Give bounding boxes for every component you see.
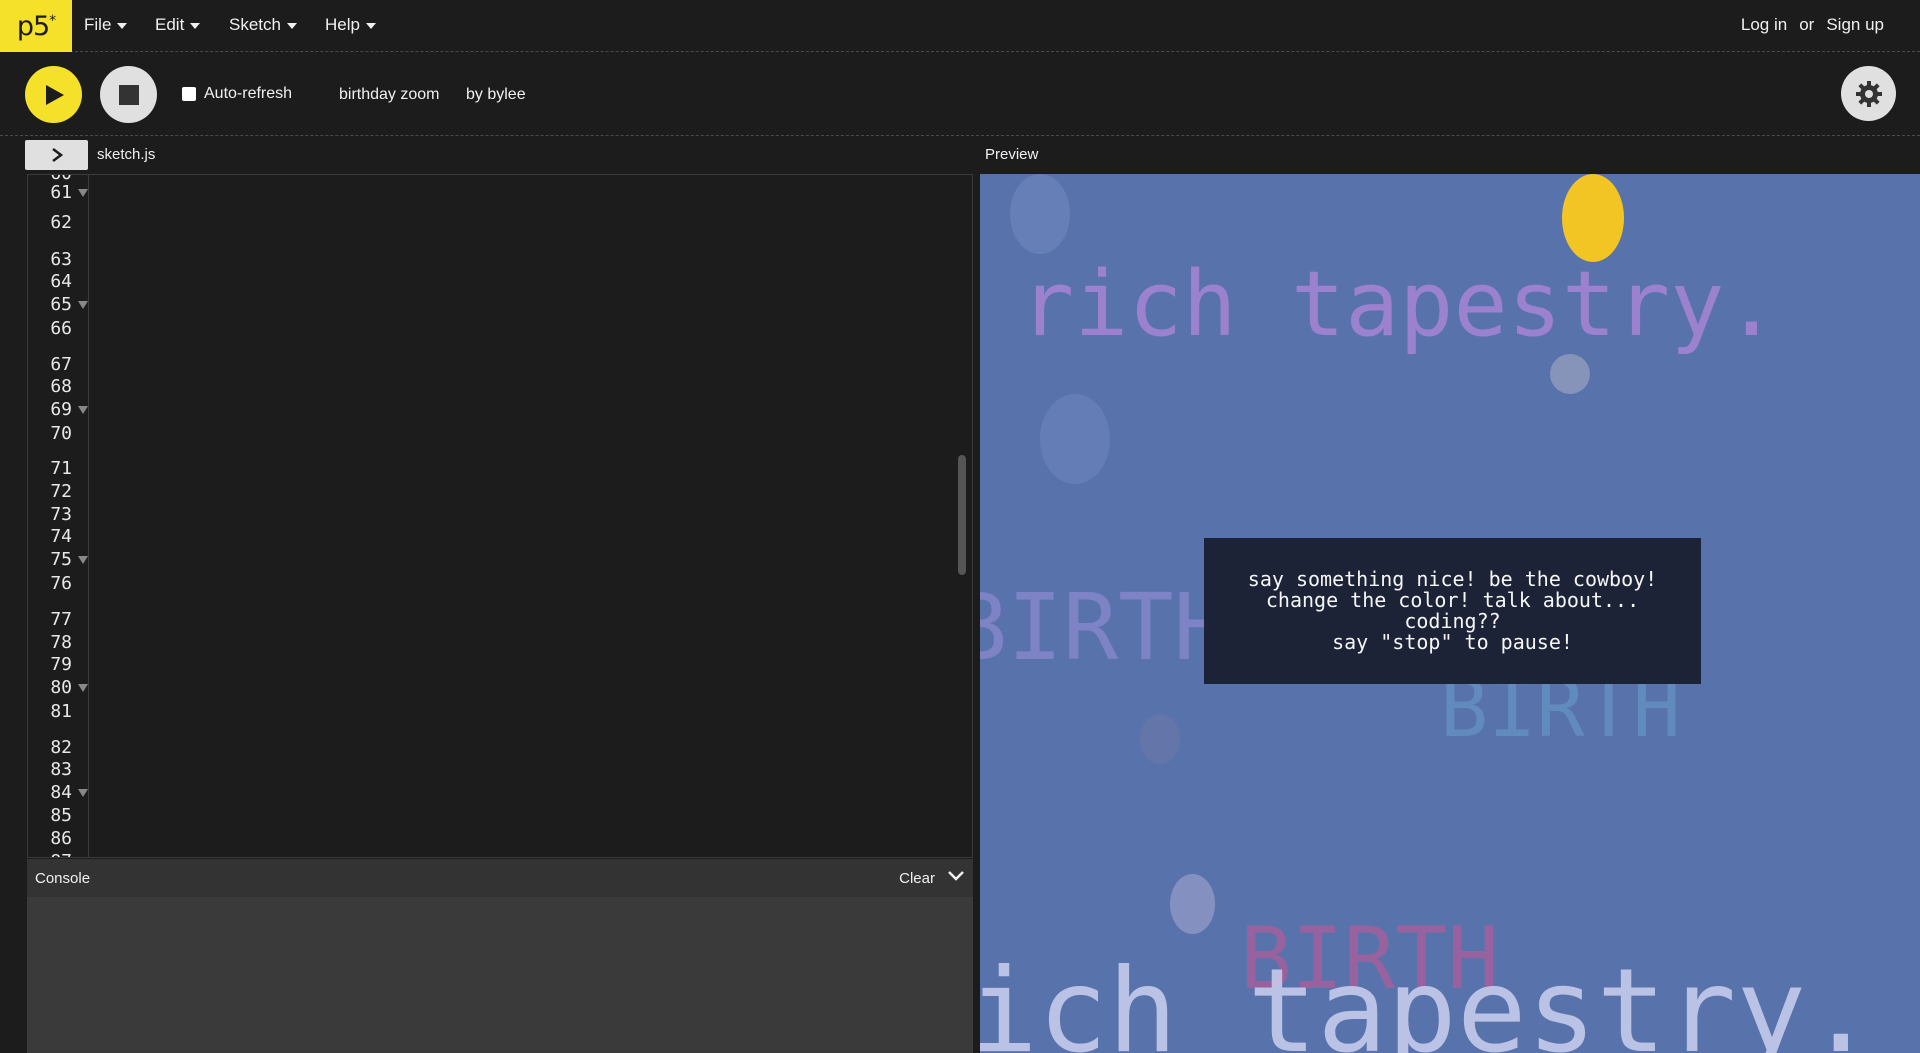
instruction-line: coding?? — [1404, 609, 1501, 633]
fold-icon[interactable] — [78, 556, 88, 564]
fold-icon[interactable] — [78, 684, 88, 692]
editor-scrollbar[interactable] — [958, 455, 966, 575]
gear-icon — [1855, 80, 1882, 107]
line-number: 76 — [50, 573, 72, 594]
fold-icon[interactable] — [78, 406, 88, 414]
chevron-down-icon — [190, 23, 201, 29]
toolbar: Auto-refresh birthday zoom by bylee — [0, 52, 1920, 136]
stop-button[interactable] — [100, 66, 157, 123]
line-number: 65 — [50, 294, 72, 315]
line-number: 69 — [50, 399, 72, 420]
instruction-line: say something nice! be the cowboy! — [1247, 567, 1658, 591]
ear-emoji — [1010, 174, 1070, 254]
chevron-down-icon — [286, 23, 297, 29]
line-number: 64 — [50, 271, 72, 292]
settings-button[interactable] — [1841, 66, 1896, 121]
editor-header: sketch.js — [0, 137, 980, 173]
line-number: 86 — [50, 828, 72, 849]
stop-icon — [118, 84, 139, 105]
console-clear-button[interactable]: Clear — [899, 870, 935, 887]
signup-link[interactable]: Sign up — [1826, 15, 1884, 35]
line-number: 62 — [50, 212, 72, 233]
chevron-down-icon — [117, 23, 128, 29]
login-link[interactable]: Log in — [1741, 15, 1787, 35]
top-nav: p5* File Edit Sketch Help Log in or Sign… — [0, 0, 1920, 52]
chevron-down-icon — [365, 23, 376, 29]
play-icon — [45, 84, 64, 105]
console-header: Console Clear — [27, 859, 973, 897]
line-number: 85 — [50, 805, 72, 826]
fold-icon[interactable] — [78, 789, 88, 797]
ear-emoji — [1040, 394, 1110, 484]
console-collapse-button[interactable] — [947, 867, 965, 890]
line-number: 77 — [50, 609, 72, 630]
line-number: 70 — [50, 423, 72, 444]
sketch-preview-canvas[interactable]: rich tapestry. BIRTH BIRTH BIRTH ich tap… — [980, 174, 1920, 1053]
line-number: 84 — [50, 782, 72, 803]
console-output[interactable] — [27, 897, 973, 1053]
menu-sketch[interactable]: Sketch — [229, 15, 297, 35]
sidebar-toggle-button[interactable] — [25, 140, 88, 170]
fold-icon[interactable] — [78, 301, 88, 309]
line-number: 78 — [50, 632, 72, 653]
line-number: 87 — [28, 851, 72, 857]
line-number: 75 — [50, 549, 72, 570]
line-number: 63 — [50, 249, 72, 270]
bg-text: BIRTH — [980, 574, 1229, 681]
line-number: 74 — [50, 526, 72, 547]
console-label: Console — [35, 870, 91, 887]
line-number: 73 — [50, 504, 72, 525]
line-number: 61 — [50, 182, 72, 203]
play-button[interactable] — [25, 66, 82, 123]
p5-logo[interactable]: p5* — [0, 0, 72, 52]
line-number: 72 — [50, 481, 72, 502]
line-number: 82 — [50, 737, 72, 758]
rat-emoji — [1140, 714, 1180, 764]
line-number: 79 — [50, 654, 72, 675]
bg-text: ich tapestry. — [980, 944, 1876, 1053]
line-number: 66 — [50, 318, 72, 339]
preview-label: Preview — [985, 146, 1039, 163]
chevron-right-icon — [51, 148, 63, 162]
line-number: 67 — [50, 354, 72, 375]
menu-edit[interactable]: Edit — [155, 15, 201, 35]
auth-links: Log in or Sign up — [1741, 15, 1884, 35]
menu-file[interactable]: File — [84, 15, 128, 35]
instructions-overlay: say something nice! be the cowboy! chang… — [1204, 538, 1701, 684]
instruction-line: say "stop" to pause! — [1332, 630, 1573, 654]
clap-emoji — [1550, 354, 1590, 394]
line-number: 68 — [50, 376, 72, 397]
auto-refresh-checkbox[interactable] — [182, 87, 196, 101]
ear-emoji — [1562, 174, 1624, 262]
menu-help[interactable]: Help — [325, 15, 376, 35]
sketch-name[interactable]: birthday zoom — [339, 86, 440, 104]
line-number: 71 — [50, 458, 72, 479]
code-editor[interactable]: 60 61 62 63 64 65 66 67 68 69 70 71 72 7… — [27, 174, 973, 858]
chevron-down-icon — [948, 871, 964, 881]
line-number: 81 — [50, 701, 72, 722]
or-text: or — [1799, 15, 1815, 34]
fold-icon[interactable] — [78, 189, 88, 197]
sketch-author[interactable]: by bylee — [466, 86, 526, 104]
line-number: 83 — [50, 759, 72, 780]
rat-emoji — [1170, 874, 1215, 934]
line-number: 80 — [50, 677, 72, 698]
auto-refresh-label: Auto-refresh — [204, 85, 293, 102]
file-tab[interactable]: sketch.js — [97, 146, 155, 163]
bg-text: rich tapestry. — [1020, 252, 1779, 357]
instruction-line: change the color! talk about... — [1265, 588, 1640, 612]
auto-refresh-toggle[interactable]: Auto-refresh — [182, 85, 292, 103]
